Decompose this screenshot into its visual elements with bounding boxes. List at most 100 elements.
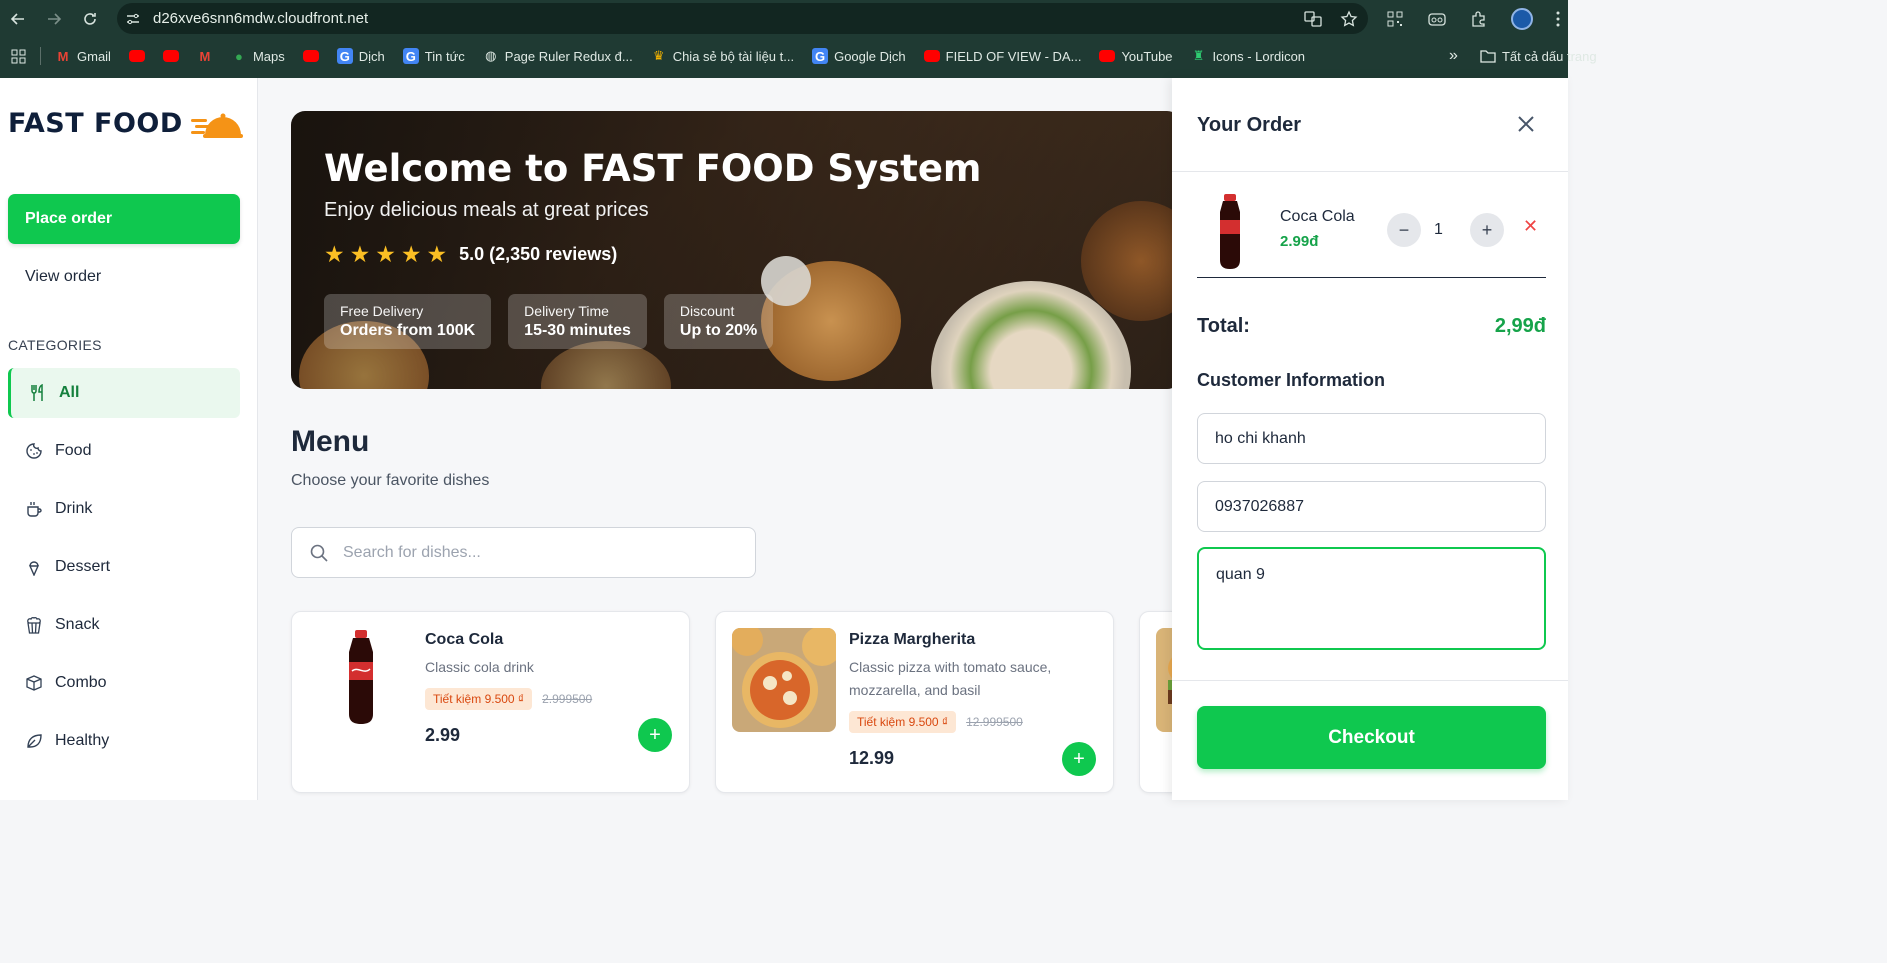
forward-icon[interactable] bbox=[36, 1, 72, 37]
decrease-qty-button[interactable]: − bbox=[1387, 213, 1421, 247]
item-name: Coca Cola bbox=[425, 631, 504, 648]
add-to-cart-button[interactable]: + bbox=[638, 718, 672, 752]
site-info-icon[interactable] bbox=[117, 11, 149, 27]
bookmarks-bar: M Gmail M ● Maps G Dịch G Tin tức ◍ Page Ruler Red… bbox=[0, 42, 1615, 70]
category-list: All Food Drink Dessert Snack Combo Healt… bbox=[8, 368, 240, 774]
reload-icon[interactable] bbox=[72, 1, 108, 37]
category-label: All bbox=[59, 384, 80, 401]
menu-card-pizza-margherita[interactable]: Pizza Margherita Classic pizza with toma… bbox=[715, 611, 1114, 793]
extensions-puzzle-icon[interactable] bbox=[1469, 9, 1489, 29]
browser-menu-icon[interactable] bbox=[1555, 9, 1561, 29]
discount-row: Tiết kiệm 9.500 ₫ 2.999500 bbox=[425, 687, 592, 711]
place-order-button[interactable]: Place order bbox=[8, 194, 240, 244]
category-dessert[interactable]: Dessert bbox=[8, 542, 240, 592]
category-label: Combo bbox=[55, 674, 107, 691]
bookmark-label: FIELD OF VIEW - DA... bbox=[945, 48, 1082, 64]
view-order-link[interactable]: View order bbox=[25, 268, 101, 286]
customer-name-field[interactable] bbox=[1197, 413, 1546, 464]
pizza-image bbox=[732, 628, 836, 732]
youtube-icon bbox=[1099, 50, 1116, 62]
category-label: Dessert bbox=[55, 558, 111, 575]
bookmark-item[interactable]: FIELD OF VIEW - DA... bbox=[923, 48, 1082, 64]
maps-icon: ● bbox=[235, 48, 243, 64]
bookmark-item[interactable]: ♛ Chia sẻ bộ tài liệu t... bbox=[651, 48, 794, 64]
customer-info-heading: Customer Information bbox=[1197, 370, 1386, 390]
customer-address-field[interactable]: quan 9 bbox=[1197, 547, 1546, 650]
bookmark-item[interactable]: YouTube bbox=[1099, 49, 1173, 64]
menu-card-partial[interactable] bbox=[1139, 611, 1172, 793]
bookmark-label: Icons - Lordicon bbox=[1212, 48, 1306, 64]
logo[interactable]: FAST FOOD bbox=[8, 108, 245, 139]
badge-title: Delivery Time bbox=[524, 303, 609, 319]
category-all[interactable]: All bbox=[8, 368, 240, 418]
savings-tag: Tiết kiệm 9.500 ₫ bbox=[849, 711, 957, 733]
bookmark-label: Maps bbox=[252, 48, 285, 64]
remove-item-icon[interactable]: ✕ bbox=[1523, 216, 1538, 237]
star-icon: ★ bbox=[400, 241, 422, 267]
total-value: 2,99đ bbox=[1494, 315, 1546, 337]
order-item-image bbox=[1220, 194, 1240, 269]
news-icon: G bbox=[402, 48, 419, 64]
order-item: Coca Cola 2.99đ − 1 + ✕ bbox=[1197, 186, 1546, 278]
plus-icon: + bbox=[649, 723, 661, 746]
bookmark-item[interactable]: G Google Dịch bbox=[812, 48, 906, 64]
menu-subtitle: Choose your favorite dishes bbox=[291, 472, 490, 489]
youtube-icon bbox=[923, 50, 940, 62]
categories-heading: CATEGORIES bbox=[8, 337, 102, 353]
category-food[interactable]: Food bbox=[8, 426, 240, 476]
cookie-icon bbox=[26, 443, 42, 459]
bookmark-item[interactable]: G Tin tức bbox=[402, 48, 465, 64]
bookmark-item[interactable] bbox=[302, 50, 319, 62]
category-combo[interactable]: Combo bbox=[8, 658, 240, 708]
search-input[interactable]: Search for dishes... bbox=[291, 527, 756, 578]
order-item-name: Coca Cola bbox=[1280, 208, 1355, 225]
bookmark-label: Dịch bbox=[358, 48, 385, 64]
bookmark-item[interactable]: ◍ Page Ruler Redux đ... bbox=[483, 48, 633, 64]
apps-grid-icon[interactable] bbox=[11, 49, 26, 64]
qr-extension-icon[interactable] bbox=[1385, 9, 1405, 29]
bookmarks-more[interactable]: » bbox=[1449, 47, 1458, 65]
discount-row: Tiết kiệm 9.500 ₫ 12.999500 bbox=[849, 710, 1023, 734]
add-to-cart-button[interactable]: + bbox=[1062, 742, 1096, 776]
bookmark-item[interactable]: M bbox=[197, 48, 213, 64]
increase-qty-button[interactable]: + bbox=[1470, 213, 1504, 247]
bookmark-label: Google Dịch bbox=[834, 48, 906, 64]
all-bookmarks-folder[interactable]: Tất cả dấu trang bbox=[1480, 49, 1597, 64]
menu-title: Menu bbox=[291, 425, 370, 458]
badge-free-delivery: Free Delivery Orders from 100K bbox=[324, 294, 492, 349]
category-drink[interactable]: Drink bbox=[8, 484, 240, 534]
bookmark-item[interactable] bbox=[162, 50, 179, 62]
folder-icon bbox=[1480, 50, 1496, 63]
customer-phone-field[interactable] bbox=[1197, 481, 1546, 532]
menu-card-coca-cola[interactable]: Coca Cola Classic cola drink Tiết kiệm 9… bbox=[291, 611, 690, 793]
badge-value: Up to 20% bbox=[679, 322, 758, 339]
translate-page-icon[interactable] bbox=[1304, 10, 1322, 33]
bookmark-item[interactable]: G Dịch bbox=[336, 48, 385, 64]
close-icon[interactable] bbox=[1514, 112, 1538, 136]
hero-subtitle: Enjoy delicious meals at great prices bbox=[324, 199, 649, 221]
all-bookmarks-label: Tất cả dấu trang bbox=[1501, 48, 1597, 64]
category-healthy[interactable]: Healthy bbox=[8, 716, 240, 766]
bookmark-item[interactable]: ● Maps bbox=[231, 48, 285, 64]
translate-icon: G bbox=[336, 48, 353, 64]
bookmark-star-icon[interactable] bbox=[1340, 10, 1358, 33]
total-label: Total: bbox=[1197, 315, 1250, 337]
back-icon[interactable] bbox=[0, 1, 36, 37]
youtube-icon bbox=[128, 50, 145, 62]
badge-discount: Discount Up to 20% bbox=[663, 294, 774, 349]
bookmark-item[interactable]: M Gmail bbox=[55, 48, 111, 64]
hero-rating: ★ ★ ★ ★ ★ 5.0 (2,350 reviews) bbox=[324, 243, 617, 266]
icecream-icon bbox=[28, 561, 40, 576]
item-description: Classic cola drink bbox=[425, 659, 534, 675]
checkout-button[interactable]: Checkout bbox=[1197, 706, 1546, 769]
url-text: d26xve6snn6mdw.cloudfront.net bbox=[153, 10, 369, 27]
address-bar[interactable]: d26xve6snn6mdw.cloudfront.net bbox=[117, 3, 1368, 34]
category-snack[interactable]: Snack bbox=[8, 600, 240, 650]
profile-avatar[interactable] bbox=[1511, 8, 1533, 30]
bookmark-label: Gmail bbox=[77, 48, 111, 64]
glasses-extension-icon[interactable] bbox=[1427, 9, 1447, 29]
minus-icon: − bbox=[1398, 219, 1410, 240]
bookmark-item[interactable] bbox=[128, 50, 145, 62]
browser-chrome: d26xve6snn6mdw.cloudfront.net M Gmail M ● Ma… bbox=[0, 0, 1597, 78]
bookmark-item[interactable]: ♜ Icons - Lordicon bbox=[1191, 48, 1306, 64]
